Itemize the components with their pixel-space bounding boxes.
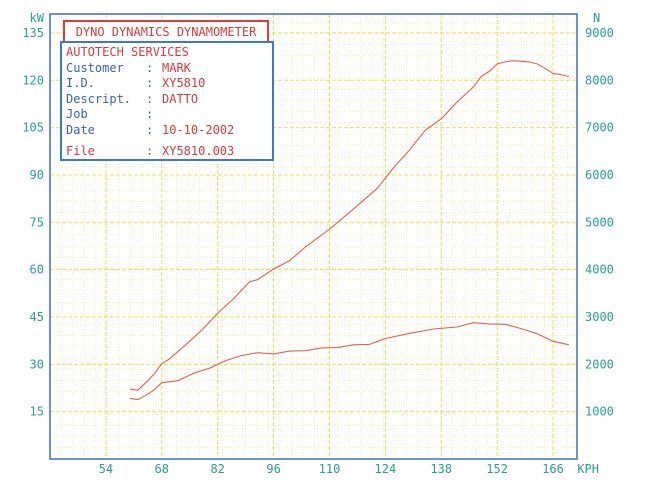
info-separator: : [146,122,154,137]
y-left-tick-label: 120 [22,73,44,87]
info-value: XY5810.003 [162,144,235,158]
x-tick-label: 166 [542,462,564,476]
y-right-tick-label: 7000 [585,121,614,135]
x-tick-label: 124 [375,462,397,476]
y-right-tick-label: 6000 [585,168,614,182]
x-axis-unit: KPH [577,462,599,476]
x-tick-label: 54 [99,462,113,476]
y-right-unit: N [593,11,600,25]
info-separator: : [146,107,154,121]
y-right-tick-label: 1000 [585,405,614,419]
y-right-tick-label: 4000 [585,263,614,277]
y-left-tick-label: 135 [22,26,44,40]
x-tick-label: 82 [210,462,224,476]
info-separator: : [146,91,154,106]
info-value: 10-10-2002 [162,122,235,137]
series-line-2 [129,322,570,401]
y-right-tick-label: 8000 [585,73,614,87]
y-left-tick-label: 15 [30,405,44,419]
info-value: MARK [162,60,191,75]
y-left-tick-label: 45 [30,310,44,324]
info-label: Customer [66,60,124,75]
info-value: XY5810 [162,76,206,90]
y-left-tick-label: 75 [30,215,44,229]
info-separator: : [146,60,154,75]
y-left-tick-label: 30 [30,357,44,371]
y-right-tick-label: 9000 [585,26,614,40]
info-label: Job [66,107,88,121]
y-left-tick-label: 60 [30,263,44,277]
info-separator: : [146,76,154,90]
info-row-description: Descript. : DATTO [66,92,272,108]
info-row-id: I.D. : XY5810 [66,76,272,92]
info-value: DATTO [162,91,199,106]
info-label: File [66,144,95,158]
info-label: Descript. [66,91,132,106]
info-row-file: File : XY5810.003 [66,144,272,160]
y-right-tick-label: 5000 [585,215,614,229]
x-tick-label: 138 [430,462,452,476]
x-tick-label: 152 [486,462,508,476]
y-right-tick-label: 3000 [585,310,614,324]
y-right-tick-label: 2000 [585,357,614,371]
info-row-job: Job : [66,107,272,123]
info-label: Date [66,122,95,137]
y-left-unit: kW [30,11,45,25]
x-tick-label: 110 [319,462,341,476]
x-tick-label: 96 [266,462,280,476]
y-left-tick-label: 105 [22,121,44,135]
info-separator: : [146,144,154,158]
info-row-customer: Customer : MARK [66,61,272,77]
x-tick-label: 68 [155,462,169,476]
y-left-tick-label: 90 [30,168,44,182]
info-row-date: Date : 10-10-2002 [66,123,272,139]
info-panel: AUTOTECH SERVICES Customer : MARK I.D. :… [60,41,274,161]
info-label: I.D. [66,76,95,90]
company-name: AUTOTECH SERVICES [66,45,189,59]
